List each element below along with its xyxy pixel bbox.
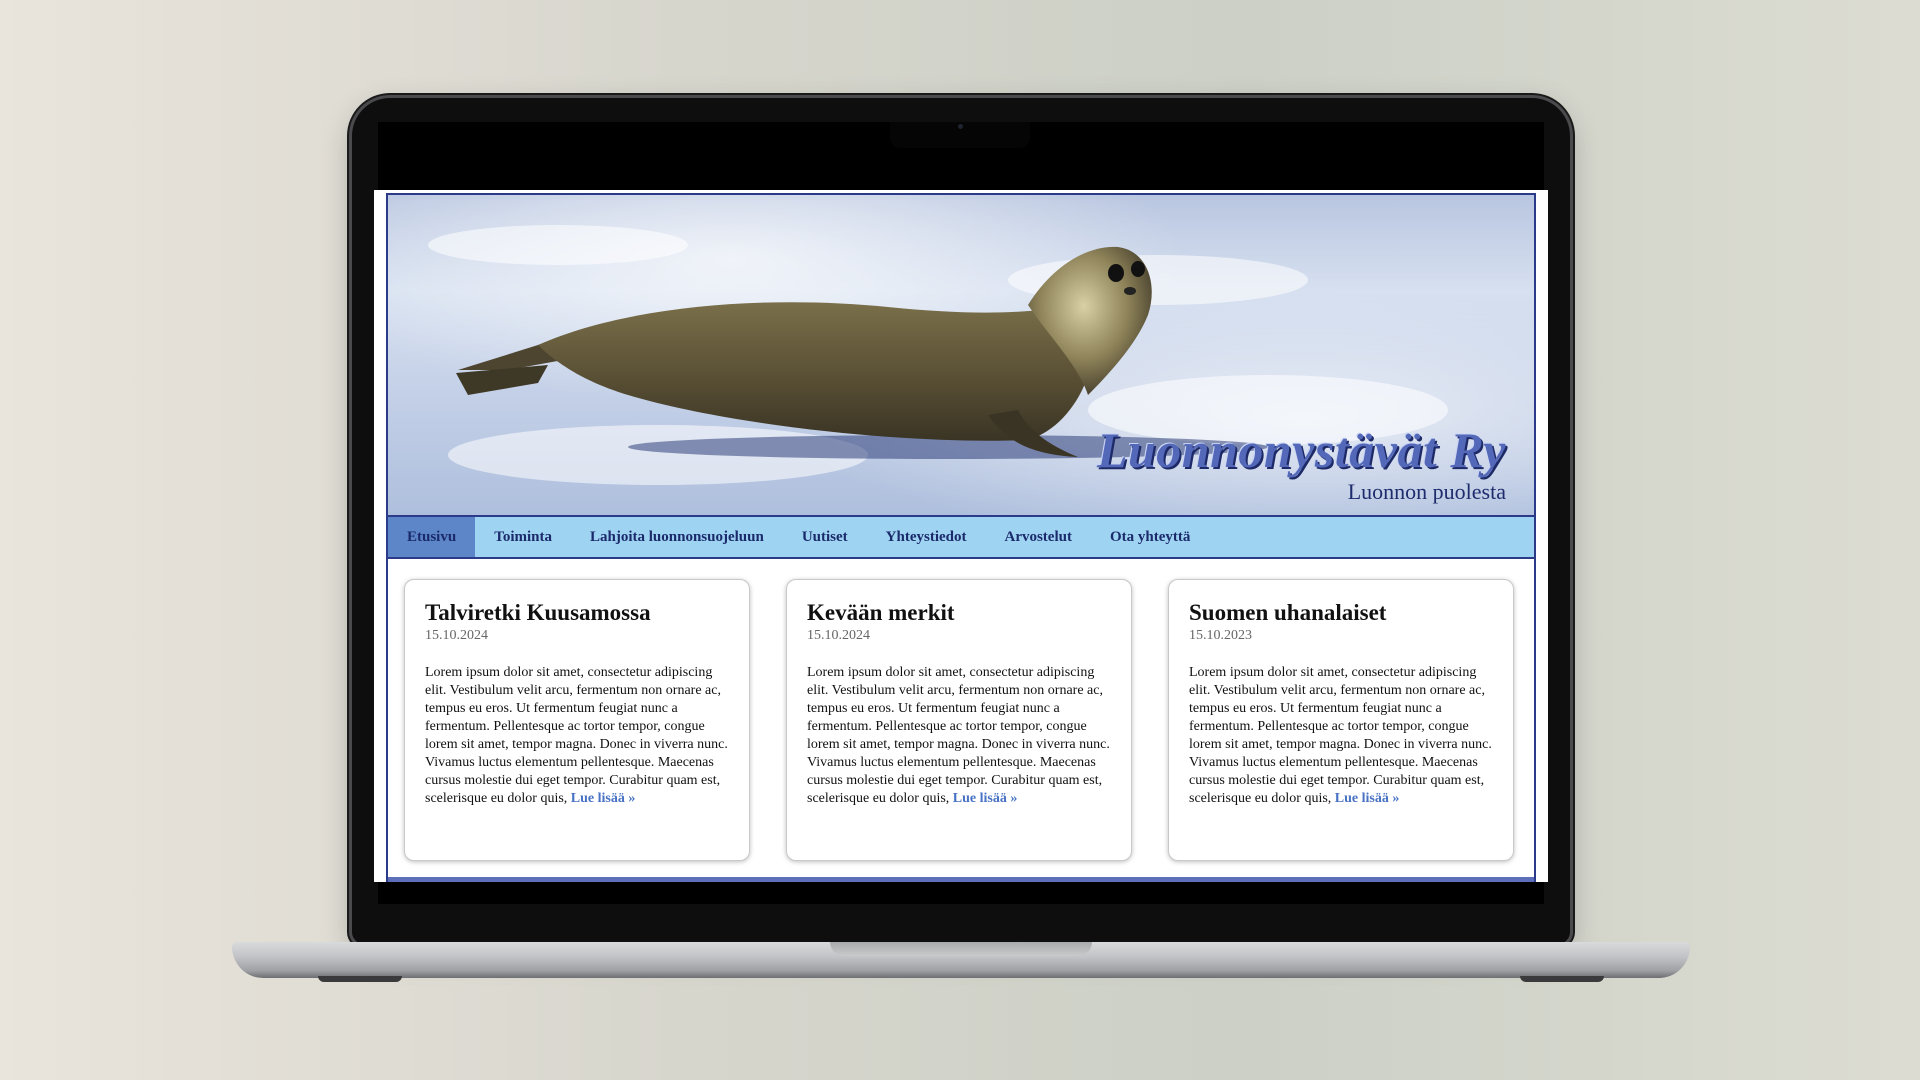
article-card: Kevään merkit 15.10.2024 Lorem ipsum dol…	[786, 579, 1132, 861]
site-title: Luonnonystävät Ry	[1096, 422, 1506, 478]
article-card: Talviretki Kuusamossa 15.10.2024 Lorem i…	[404, 579, 750, 861]
article-title: Kevään merkit	[807, 600, 955, 625]
nav-item-yhteystiedot[interactable]: Yhteystiedot	[867, 517, 986, 557]
nav-item-uutiset[interactable]: Uutiset	[783, 517, 867, 557]
nav-item-lahjoita[interactable]: Lahjoita luonnonsuojeluun	[571, 517, 783, 557]
read-more-link[interactable]: Lue lisää »	[1335, 791, 1400, 806]
article-date: 15.10.2024	[807, 628, 870, 643]
screen-bezel-bottom	[378, 882, 1544, 904]
article-text: Lorem ipsum dolor sit amet, consectetur …	[425, 664, 729, 808]
article-title: Talviretki Kuusamossa	[425, 600, 651, 625]
article-title: Suomen uhanalaiset	[1189, 600, 1387, 625]
article-body: Lorem ipsum dolor sit amet, consectetur …	[807, 665, 1110, 806]
footer-border	[388, 877, 1534, 882]
article-date: 15.10.2024	[425, 628, 488, 643]
read-more-link[interactable]: Lue lisää »	[953, 791, 1018, 806]
site-tagline: Luonnon puolesta	[1347, 479, 1506, 504]
laptop-foot-right	[1520, 976, 1604, 982]
website: Luonnonystävät Ry Luonnon puolesta Etusi…	[386, 193, 1536, 882]
article-cards: Talviretki Kuusamossa 15.10.2024 Lorem i…	[388, 559, 1534, 861]
nav-item-etusivu[interactable]: Etusivu	[388, 517, 476, 557]
laptop-screen: Luonnonystävät Ry Luonnon puolesta Etusi…	[374, 190, 1548, 882]
laptop-foot-left	[318, 976, 402, 982]
article-card: Suomen uhanalaiset 15.10.2023 Lorem ipsu…	[1168, 579, 1514, 861]
hero-banner: Luonnonystävät Ry Luonnon puolesta	[388, 195, 1534, 515]
main-nav: Etusivu Toiminta Lahjoita luonnonsuojelu…	[388, 515, 1534, 559]
nav-item-ota-yhteytta[interactable]: Ota yhteyttä	[1091, 517, 1209, 557]
nav-item-arvostelut[interactable]: Arvostelut	[985, 517, 1091, 557]
article-date: 15.10.2023	[1189, 628, 1252, 643]
read-more-link[interactable]: Lue lisää »	[571, 791, 636, 806]
nav-item-toiminta[interactable]: Toiminta	[475, 517, 571, 557]
article-body: Lorem ipsum dolor sit amet, consectetur …	[425, 665, 728, 806]
article-body: Lorem ipsum dolor sit amet, consectetur …	[1189, 665, 1492, 806]
article-text: Lorem ipsum dolor sit amet, consectetur …	[1189, 664, 1493, 808]
camera-icon	[958, 124, 963, 129]
laptop-base-groove	[830, 942, 1092, 956]
article-text: Lorem ipsum dolor sit amet, consectetur …	[807, 664, 1111, 808]
